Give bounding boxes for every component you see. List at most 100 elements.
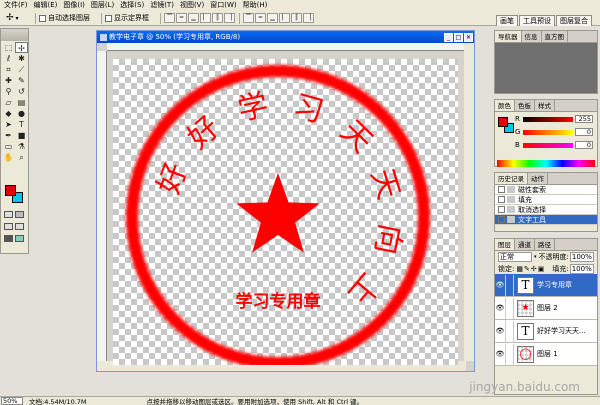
type-tool-icon[interactable]: T [15, 119, 28, 130]
g-value-field[interactable]: 0 [575, 128, 593, 136]
lock-move-icon[interactable]: ✢ [531, 265, 537, 273]
distribute-left-icon[interactable]: ▏ [279, 13, 290, 23]
align-bottom-icon[interactable]: ▁ [188, 13, 199, 23]
layer-row[interactable]: 👁 T 学习专用章 [495, 274, 597, 297]
document-size[interactable]: 文档:4.54M/10.7M [29, 396, 87, 405]
blend-mode-select[interactable]: 正常 [498, 252, 532, 262]
foreground-color-swatch[interactable] [5, 185, 16, 196]
eraser-tool-icon[interactable]: ▱ [2, 97, 15, 108]
history-checkbox[interactable] [498, 206, 505, 213]
standard-mode-icon[interactable] [4, 211, 13, 218]
menu-view[interactable]: 视图(V) [177, 0, 207, 11]
tab-history[interactable]: 历史记录 [495, 173, 528, 184]
tab-histogram[interactable]: 直方图 [542, 31, 568, 42]
pen-tool-icon[interactable]: ✒ [2, 130, 15, 141]
distribute-middle-icon[interactable]: ═ [255, 13, 266, 23]
lasso-tool-icon[interactable]: ℓ [2, 53, 15, 64]
panel-fg-color-swatch[interactable] [498, 117, 508, 127]
dodge-tool-icon[interactable]: ● [15, 108, 28, 119]
slice-tool-icon[interactable]: ⟋ [15, 64, 28, 75]
marquee-tool-icon[interactable]: ⬚ [2, 42, 15, 53]
screen-mode-standard-icon[interactable] [4, 223, 13, 230]
zoom-tool-icon[interactable]: ⌕ [15, 152, 28, 163]
b-slider[interactable] [523, 142, 573, 148]
jump-to-imageready-icon[interactable] [15, 235, 24, 242]
show-bounds-checkbox[interactable]: 显示定界框 [105, 13, 149, 23]
auto-select-layer-checkbox[interactable]: 自动选择图层 [39, 13, 90, 23]
r-value-field[interactable]: 255 [575, 115, 593, 123]
distribute-top-icon[interactable]: ▔ [243, 13, 254, 23]
crop-tool-icon[interactable]: ⌗ [2, 64, 15, 75]
screen-mode-full-icon[interactable] [15, 223, 24, 230]
history-checkbox[interactable] [498, 216, 505, 223]
menu-select[interactable]: 选择(S) [117, 0, 147, 11]
shape-tool-icon[interactable]: ■ [15, 130, 28, 141]
lock-paint-icon[interactable]: ✎ [524, 265, 530, 273]
menu-file[interactable]: 文件(F) [1, 0, 31, 11]
menu-help[interactable]: 帮助(H) [240, 0, 271, 11]
quick-mask-icon[interactable] [15, 211, 24, 218]
maximize-icon[interactable]: □ [454, 32, 463, 42]
eye-icon[interactable]: 👁 [495, 304, 505, 312]
history-item[interactable]: 磁性套索 [495, 185, 597, 195]
horizontal-ruler[interactable] [107, 43, 464, 51]
hand-tool-icon[interactable]: ✋ [2, 152, 15, 163]
menu-edit[interactable]: 编辑(E) [31, 0, 61, 11]
zoom-field[interactable]: 50% [1, 397, 23, 405]
menu-image[interactable]: 图像(I) [60, 0, 88, 11]
color-spectrum[interactable] [497, 160, 595, 167]
vertical-scrollbar[interactable] [464, 43, 474, 361]
tab-navigator[interactable]: 导航器 [495, 31, 522, 42]
menu-layer[interactable]: 图层(L) [88, 0, 117, 11]
blur-tool-icon[interactable]: ◆ [2, 108, 15, 119]
move-tool-icon[interactable]: ✢ [15, 42, 28, 53]
history-item[interactable]: 填充 [495, 195, 597, 205]
tab-layers[interactable]: 图层 [495, 239, 515, 250]
menu-filter[interactable]: 滤镜(T) [147, 0, 177, 11]
canvas[interactable]: 好好学习天天向上 学习专用章 [113, 59, 458, 365]
well-tab-tool-presets[interactable]: 工具预设 [519, 15, 555, 26]
screen-mode-black-icon[interactable] [4, 235, 13, 242]
stamp-tool-icon[interactable]: ⚲ [2, 86, 15, 97]
layer-row[interactable]: 👁 ◯ 图层 1 [495, 343, 597, 366]
vertical-ruler[interactable] [97, 51, 107, 361]
distribute-right-icon[interactable]: ▕ [303, 13, 314, 23]
tab-color[interactable]: 颜色 [495, 100, 515, 111]
layer-link-slot[interactable] [505, 297, 514, 319]
path-select-icon[interactable]: ➤ [2, 119, 15, 130]
tab-swatches[interactable]: 色板 [515, 100, 535, 111]
distribute-bottom-icon[interactable]: ▁ [267, 13, 278, 23]
history-item[interactable]: 取消选择 [495, 205, 597, 215]
minimize-icon[interactable]: _ [444, 32, 453, 42]
eye-icon[interactable]: 👁 [495, 281, 505, 289]
well-tab-brushes[interactable]: 画笔 [496, 15, 518, 26]
align-right-icon[interactable]: ▕ [224, 13, 235, 23]
align-middle-icon[interactable]: ═ [176, 13, 187, 23]
magic-wand-icon[interactable]: ✱ [15, 53, 28, 64]
history-checkbox[interactable] [498, 186, 505, 193]
eyedropper-icon[interactable]: ⚗ [15, 141, 28, 152]
eye-icon[interactable]: 👁 [495, 327, 505, 335]
tab-channels[interactable]: 通道 [515, 239, 535, 250]
opacity-field[interactable]: 100% [569, 252, 594, 262]
lock-all-icon[interactable]: ▣ [538, 265, 545, 273]
close-icon[interactable]: ✕ [464, 32, 473, 42]
history-item-selected[interactable]: 文字工具 [495, 215, 597, 225]
align-left-icon[interactable]: ▏ [200, 13, 211, 23]
notes-tool-icon[interactable]: ▭ [2, 141, 15, 152]
align-center-icon[interactable]: ║ [212, 13, 223, 23]
navigator-preview[interactable] [495, 43, 597, 93]
fill-field[interactable]: 100% [569, 263, 594, 274]
menu-window[interactable]: 窗口(W) [207, 0, 239, 11]
layer-link-slot[interactable] [505, 343, 514, 365]
tab-styles[interactable]: 样式 [535, 100, 555, 111]
tab-info[interactable]: 信息 [522, 31, 542, 42]
distribute-center-icon[interactable]: ║ [291, 13, 302, 23]
gradient-tool-icon[interactable]: ▤ [15, 97, 28, 108]
b-value-field[interactable]: 0 [575, 141, 593, 149]
layer-link-slot[interactable] [505, 274, 514, 296]
r-slider[interactable] [523, 116, 573, 122]
eye-icon[interactable]: 👁 [495, 350, 505, 358]
g-slider[interactable] [523, 129, 573, 135]
lock-transparency-icon[interactable]: ▦ [516, 265, 523, 273]
